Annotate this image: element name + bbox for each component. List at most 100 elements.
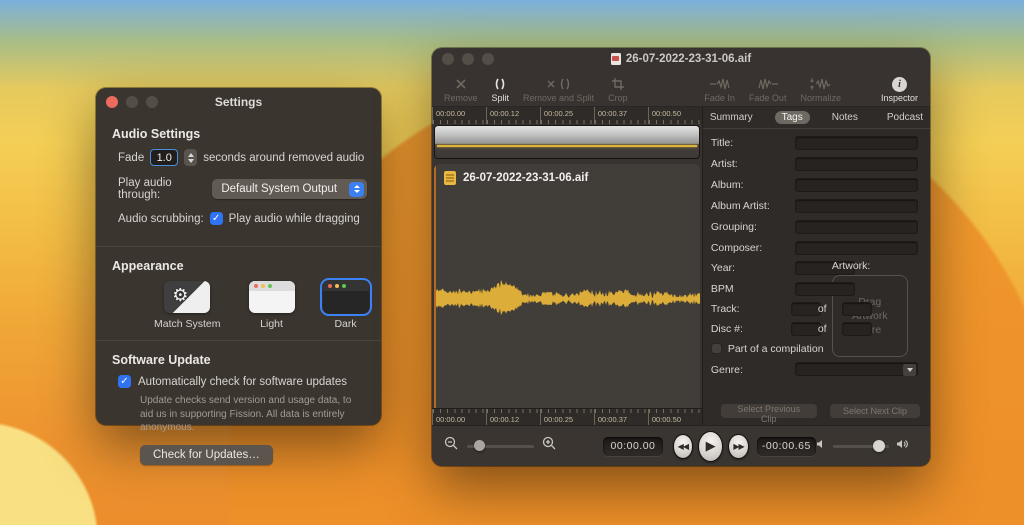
minimize-button[interactable] xyxy=(462,53,474,65)
software-update-section: Software Update ✓ Automatically check fo… xyxy=(96,341,381,475)
album-artist-input[interactable] xyxy=(794,198,918,213)
theme-label: Match System xyxy=(154,318,221,330)
theme-option-match-system[interactable]: ⚙ Match System xyxy=(154,281,221,330)
crop-icon xyxy=(611,76,625,92)
genre-label: Genre: xyxy=(710,363,743,376)
split-button[interactable]: Split xyxy=(492,76,509,103)
theme-option-light[interactable]: Light xyxy=(248,281,295,330)
ruler-tick-label: 00:00.50 xyxy=(651,415,682,424)
composer-input[interactable] xyxy=(794,240,918,255)
crop-button[interactable]: Crop xyxy=(608,76,628,103)
transport-bar: 00:00.00 ◀◀ ▶ ▶▶ -00:00.65 xyxy=(432,425,930,466)
ruler-tick-label: 00:00.00 xyxy=(436,109,466,118)
disc-label: Disc #: xyxy=(710,322,743,335)
settings-titlebar[interactable]: Settings xyxy=(96,88,381,115)
document-icon xyxy=(610,53,621,65)
editor-titlebar[interactable]: 26-07-2022-23-31-06.aif xyxy=(432,48,930,70)
tab-summary[interactable]: Summary xyxy=(703,111,760,124)
audio-settings-section: Audio Settings Fade seconds around remov… xyxy=(96,115,381,246)
disc-number-input[interactable] xyxy=(790,321,821,336)
clip-filename: 26-07-2022-23-31-06.aif xyxy=(463,172,589,184)
volume-low-icon[interactable] xyxy=(816,437,826,455)
overview-strip[interactable] xyxy=(434,125,700,159)
zoom-slider[interactable] xyxy=(467,440,535,451)
remove-button[interactable]: Remove xyxy=(444,76,478,103)
ruler-tick-label: 00:00.37 xyxy=(597,415,628,424)
volume-slider-knob[interactable] xyxy=(873,439,886,452)
light-theme-icon xyxy=(248,281,295,313)
theme-option-dark[interactable]: Dark xyxy=(319,277,373,330)
track-total-input[interactable] xyxy=(841,301,872,316)
playhead[interactable] xyxy=(434,164,436,409)
inspector-button[interactable]: i Inspector xyxy=(881,76,918,103)
output-device-popup[interactable]: Default System Output xyxy=(212,179,367,199)
output-device-value: Default System Output xyxy=(221,183,338,195)
volume-control xyxy=(816,437,918,455)
overview-waveform xyxy=(437,144,697,147)
zoom-out-icon[interactable] xyxy=(444,436,459,456)
title-input[interactable] xyxy=(794,135,918,150)
desktop: Settings Audio Settings Fade seconds aro… xyxy=(0,0,1024,525)
fade-in-button[interactable]: Fade In xyxy=(704,76,735,103)
check-for-updates-button[interactable]: Check for Updates… xyxy=(140,444,273,465)
track-number-input[interactable] xyxy=(790,301,821,316)
close-button[interactable] xyxy=(106,95,118,108)
album-input[interactable] xyxy=(794,177,918,192)
theme-label: Light xyxy=(260,318,283,330)
fade-stepper[interactable] xyxy=(184,149,198,166)
popup-chevrons-icon xyxy=(349,181,364,197)
dropdown-arrow-icon[interactable] xyxy=(903,364,916,376)
grouping-input[interactable] xyxy=(794,219,918,234)
appearance-section: Appearance ⚙ Match System Light Dark xyxy=(96,247,381,340)
bpm-input[interactable] xyxy=(794,281,855,296)
zoom-in-icon[interactable] xyxy=(542,436,557,456)
window-controls xyxy=(96,88,158,115)
inspector-icon: i xyxy=(891,76,907,92)
timeline-ruler-bottom[interactable]: 00:00.00 00:00.12 00:00.25 00:00.37 00:0… xyxy=(432,408,702,426)
scrubbing-checkbox[interactable]: ✓ xyxy=(209,212,223,225)
compilation-checkbox[interactable]: ✓ xyxy=(710,343,722,354)
track-label: Track: xyxy=(710,302,740,315)
settings-window: Settings Audio Settings Fade seconds aro… xyxy=(96,88,381,465)
scrubbing-label: Audio scrubbing: xyxy=(118,212,204,225)
fade-input[interactable] xyxy=(150,149,179,166)
artist-input[interactable] xyxy=(794,156,918,171)
volume-slider[interactable] xyxy=(833,439,890,452)
fade-row: Fade seconds around removed audio xyxy=(118,149,367,166)
rewind-button[interactable]: ◀◀ xyxy=(672,433,694,459)
select-next-clip-button[interactable]: Select Next Clip xyxy=(830,404,920,418)
waveform[interactable] xyxy=(435,272,700,332)
composer-label: Composer: xyxy=(710,241,763,254)
disc-total-input[interactable] xyxy=(841,321,872,336)
close-button[interactable] xyxy=(442,53,454,65)
dark-theme-icon xyxy=(319,277,373,317)
inspector-panel: Summary Tags Notes Podcast Title: Artist… xyxy=(701,107,930,426)
tab-notes[interactable]: Notes xyxy=(825,111,865,124)
zoom-button[interactable] xyxy=(482,53,494,65)
play-through-label: Play audio through: xyxy=(118,177,172,201)
genre-combo[interactable] xyxy=(794,362,918,376)
zoom-slider-knob[interactable] xyxy=(473,440,485,451)
remove-and-split-icon xyxy=(546,76,572,92)
auto-update-checkbox[interactable]: ✓ xyxy=(118,375,131,388)
disc-of-label: of xyxy=(817,323,827,335)
auto-update-label: Automatically check for software updates xyxy=(138,375,348,388)
normalize-button[interactable]: Normalize xyxy=(800,76,841,103)
tab-podcast[interactable]: Podcast xyxy=(880,111,930,124)
remove-and-split-button[interactable]: Remove and Split xyxy=(523,76,594,103)
fade-out-button[interactable]: Fade Out xyxy=(749,76,786,103)
select-previous-clip-button[interactable]: Select Previous Clip xyxy=(720,404,817,424)
tab-tags[interactable]: Tags xyxy=(774,111,810,124)
audio-clip[interactable]: 26-07-2022-23-31-06.aif xyxy=(434,164,700,409)
scrubbing-option-label: Play audio while dragging xyxy=(228,212,360,225)
waveform-editor: 00:00.00 00:00.12 00:00.25 00:00.37 00:0… xyxy=(432,107,702,426)
title-label: Title: xyxy=(710,136,734,149)
timeline-ruler-top[interactable]: 00:00.00 00:00.12 00:00.25 00:00.37 00:0… xyxy=(432,107,702,124)
minimize-button xyxy=(126,95,138,108)
fast-forward-button[interactable]: ▶▶ xyxy=(728,433,749,459)
volume-high-icon[interactable] xyxy=(896,437,910,455)
play-button[interactable]: ▶ xyxy=(698,430,724,462)
remaining-time-display: -00:00.65 xyxy=(756,436,817,456)
fade-label: Fade xyxy=(118,151,145,164)
theme-label: Dark xyxy=(334,318,357,330)
